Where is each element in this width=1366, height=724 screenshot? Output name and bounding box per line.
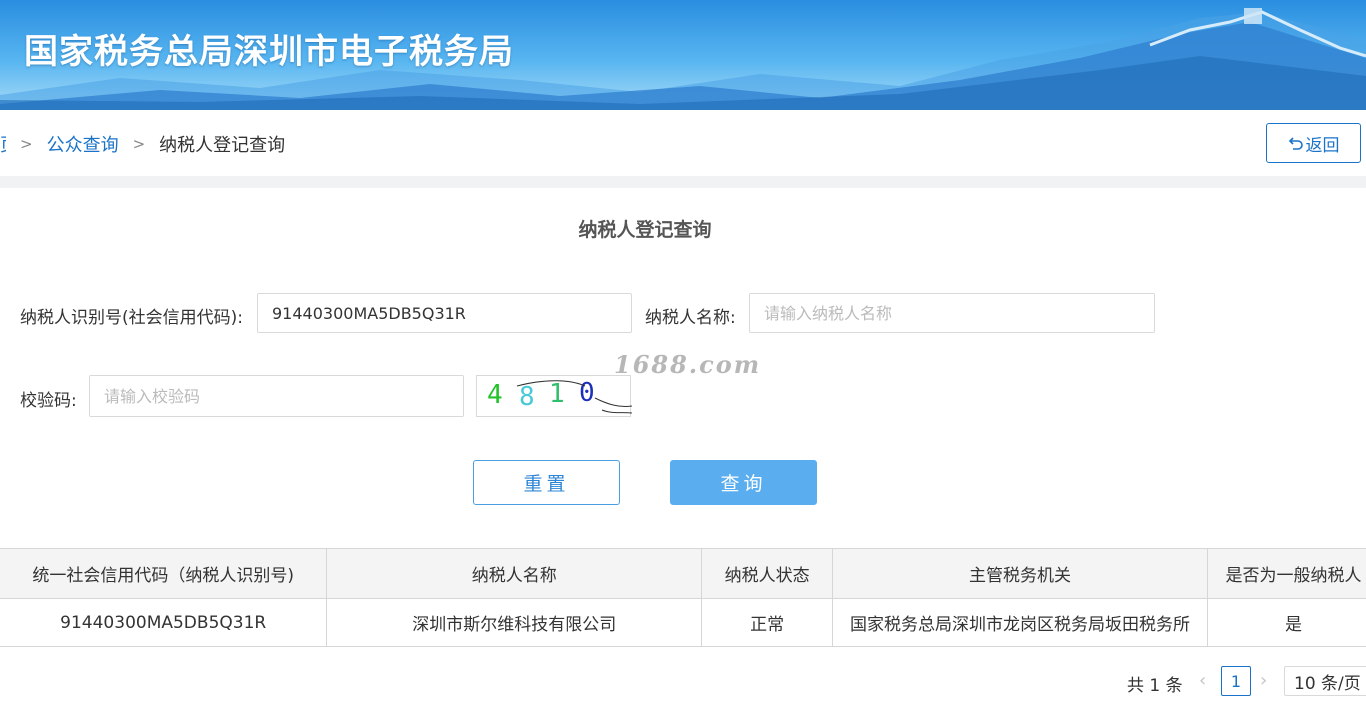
cell-taxpayer-name: 深圳市斯尔维科技有限公司 [326, 598, 703, 647]
form-title: 纳税人登记查询 [578, 219, 712, 241]
back-button-label: 返回 [1305, 135, 1340, 156]
pagination-total: 共 1 条 [1127, 676, 1183, 696]
captcha-digit: 0 [579, 378, 595, 408]
undo-arrow-icon [1288, 137, 1303, 150]
page-number-button[interactable]: 1 [1221, 666, 1251, 696]
column-header-taxpayer-name: 纳税人名称 [326, 548, 703, 599]
cell-status: 正常 [701, 598, 834, 647]
column-header-general-taxpayer: 是否为一般纳税人 [1207, 548, 1366, 599]
captcha-graphic: 4 8 1 0 [487, 378, 633, 414]
table-header-row: 统一社会信用代码（纳税人识别号) 纳税人名称 纳税人状态 主管税务机关 是否为一… [0, 548, 1366, 599]
taxpayer-name-label: 纳税人名称: [645, 308, 736, 328]
taxpayer-id-label: 纳税人识别号(社会信用代码): [20, 308, 243, 328]
column-header-credit-code: 统一社会信用代码（纳税人识别号) [0, 548, 328, 599]
column-header-status: 纳税人状态 [701, 548, 834, 599]
next-page-icon[interactable]: › [1260, 670, 1267, 691]
page-size-select[interactable]: 10 条/页 [1284, 666, 1366, 696]
prev-page-icon[interactable]: ‹ [1199, 670, 1206, 691]
cell-tax-authority: 国家税务总局深圳市龙岗区税务局坂田税务所 [832, 598, 1209, 647]
header-banner: 国家税务总局深圳市电子税务局 [0, 0, 1366, 110]
site-title: 国家税务总局深圳市电子税务局 [24, 32, 514, 72]
back-button[interactable]: 返回 [1266, 123, 1361, 163]
section-divider [0, 176, 1366, 188]
column-header-tax-authority: 主管税务机关 [832, 548, 1209, 599]
reset-button[interactable]: 重置 [473, 460, 620, 505]
breadcrumb-separator: > [20, 135, 33, 153]
taxpayer-id-input[interactable] [257, 293, 632, 333]
cell-general-taxpayer: 是 [1207, 598, 1366, 647]
captcha-label: 校验码: [20, 391, 77, 411]
captcha-digit: 1 [549, 379, 565, 409]
breadcrumb-public-query-link[interactable]: 公众查询 [47, 131, 119, 157]
captcha-input[interactable] [89, 375, 464, 417]
captcha-digit: 4 [487, 380, 503, 410]
taxpayer-name-input[interactable] [749, 293, 1155, 333]
watermark: 1688.com [614, 350, 762, 379]
breadcrumb-separator: > [132, 135, 146, 153]
captcha-image[interactable]: 4 8 1 0 [476, 375, 633, 417]
query-button[interactable]: 查询 [670, 460, 817, 505]
breadcrumb-bar: 页 > 公众查询 > 纳税人登记查询 返回 [0, 110, 1366, 176]
breadcrumb: 页 > 公众查询 > 纳税人登记查询 [0, 131, 285, 157]
breadcrumb-home-link[interactable]: 页 [0, 131, 6, 157]
captcha-digit: 8 [519, 382, 535, 412]
pagination: 共 1 条 ‹ 1 › 10 条/页 [0, 666, 1366, 698]
cell-credit-code: 91440300MA5DB5Q31R [0, 598, 328, 647]
breadcrumb-current: 纳税人登记查询 [159, 135, 286, 156]
results-table: 统一社会信用代码（纳税人识别号) 纳税人名称 纳税人状态 主管税务机关 是否为一… [0, 548, 1366, 647]
table-row: 91440300MA5DB5Q31R 深圳市斯尔维科技有限公司 正常 国家税务总… [0, 598, 1366, 647]
